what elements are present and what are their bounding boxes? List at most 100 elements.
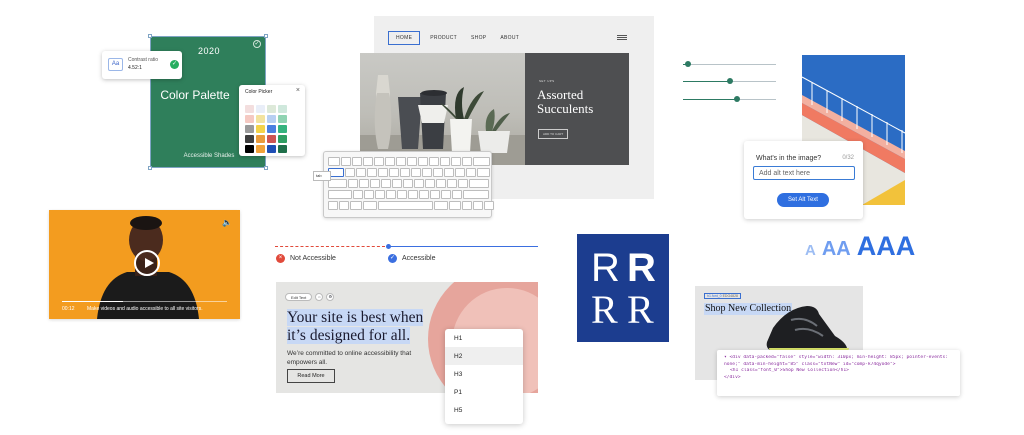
color-swatch[interactable] <box>278 145 287 153</box>
not-accessible-label-row: × Not Accessible <box>276 254 336 263</box>
color-picker-panel: Color Picker × <box>239 85 305 156</box>
color-picker-title: Color Picker <box>245 89 273 95</box>
hero-headline: Assorted Succulents <box>537 87 594 116</box>
accessible-label-row: ✓ Accessible <box>388 254 435 263</box>
check-icon: ✓ <box>253 40 261 48</box>
color-swatch[interactable] <box>267 145 276 153</box>
color-swatch[interactable] <box>256 145 265 153</box>
range-slider[interactable] <box>683 96 776 102</box>
color-swatch[interactable] <box>245 135 254 143</box>
level-a: A <box>805 242 816 259</box>
play-icon[interactable] <box>134 250 160 276</box>
color-swatch[interactable] <box>278 105 287 113</box>
color-swatch[interactable] <box>245 105 254 113</box>
color-swatch[interactable] <box>256 125 265 133</box>
video-progress-bar[interactable] <box>62 301 227 302</box>
set-alt-text-button[interactable]: Set Alt Text <box>777 193 829 207</box>
range-slider[interactable] <box>683 78 776 84</box>
add-to-cart-button[interactable]: ADD TO CART <box>538 129 569 139</box>
contrast-value: 4.52:1 <box>128 65 142 71</box>
alt-text-card: What's in the image? 0/32 Add alt text h… <box>744 141 863 219</box>
slider-fill <box>683 99 737 100</box>
nav-item-shop[interactable]: SHOP <box>467 32 490 44</box>
logo-letter: R <box>627 246 656 290</box>
color-swatch[interactable] <box>267 135 276 143</box>
keyboard-illustration <box>323 151 494 218</box>
settings-icon[interactable]: ⚙ <box>326 293 335 301</box>
nav-item-about[interactable]: ABOUT <box>496 32 523 44</box>
heading-level-menu: H1 H2 H3 P1 H5 <box>445 329 523 424</box>
not-accessible-line <box>275 246 385 247</box>
text-style-icon: Aa <box>108 58 123 71</box>
tab-key-label: tab <box>313 171 331 181</box>
logo-letter: R <box>591 246 620 290</box>
font-weight-logo: R R R R <box>577 234 669 342</box>
logo-letter: R <box>591 287 618 332</box>
menu-item-p1[interactable]: P1 <box>445 383 523 401</box>
slider-handle[interactable] <box>726 78 733 84</box>
menu-item-h2[interactable]: H2 <box>445 347 523 365</box>
slider-handle[interactable] <box>733 96 740 102</box>
check-icon: ✓ <box>170 60 179 69</box>
succulents-photo <box>360 53 525 165</box>
not-accessible-label: Not Accessible <box>290 255 336 262</box>
x-icon: × <box>276 254 285 263</box>
video-player[interactable]: 🔈 00:12 Make videos and audio accessible… <box>49 210 240 319</box>
body-text: We’re committed to online accessibility … <box>287 350 412 366</box>
color-swatch[interactable] <box>278 135 287 143</box>
hero-eyebrow: SET UPS <box>539 79 555 83</box>
color-swatch[interactable] <box>256 115 265 123</box>
hero-panel: SET UPS Assorted Succulents ADD TO CART <box>525 53 629 165</box>
close-icon[interactable]: × <box>296 87 300 94</box>
headline-text[interactable]: Your site is best when it’s designed for… <box>287 309 437 345</box>
color-swatch[interactable] <box>245 145 254 153</box>
slider-fill <box>683 81 730 82</box>
swatch-grid <box>245 105 287 153</box>
alt-text-question: What's in the image? <box>756 155 822 162</box>
resize-handle[interactable] <box>264 34 268 38</box>
slider-handle[interactable] <box>684 61 691 67</box>
menu-item-h3[interactable]: H3 <box>445 365 523 383</box>
color-swatch[interactable] <box>256 135 265 143</box>
menu-item-h5[interactable]: H5 <box>445 401 523 419</box>
edit-text-button[interactable]: Edit Text <box>285 293 313 301</box>
resize-handle[interactable] <box>148 166 152 170</box>
color-swatch[interactable] <box>245 115 254 123</box>
accessible-line <box>386 244 538 249</box>
contrast-levels: A AA AAA <box>805 231 915 262</box>
video-progress-fill <box>62 301 124 302</box>
contrast-ratio-popup: Aa Contrast ratio 4.52:1 ✓ <box>102 51 182 79</box>
video-time: 00:12 <box>62 306 75 312</box>
video-caption: Make videos and audio accessible to all … <box>87 306 203 312</box>
check-icon: ✓ <box>388 254 397 263</box>
code-inspector-panel: ▾ <div data-packed="false" style="width:… <box>717 350 960 396</box>
color-swatch[interactable] <box>267 125 276 133</box>
palette-title: Color Palette <box>160 88 230 102</box>
link-icon[interactable]: ⇔ <box>315 293 324 301</box>
speaker-icon[interactable]: 🔈 <box>222 218 232 227</box>
hamburger-menu-icon[interactable] <box>617 35 627 40</box>
color-swatch[interactable] <box>278 125 287 133</box>
color-swatch[interactable] <box>256 105 265 113</box>
color-swatch[interactable] <box>278 115 287 123</box>
menu-item-h1[interactable]: H1 <box>445 329 523 347</box>
code-line: </div> <box>724 374 741 380</box>
color-swatch[interactable] <box>245 125 254 133</box>
level-aaa: AAA <box>856 231 916 261</box>
char-counter: 0/32 <box>842 155 854 161</box>
alt-text-input[interactable]: Add alt text here <box>753 166 855 180</box>
site-nav: HOME PRODUCT SHOP ABOUT <box>388 31 523 45</box>
code-line: ▾ <div data-packed="false" style="width:… <box>724 355 949 360</box>
color-swatch[interactable] <box>267 105 276 113</box>
range-slider[interactable] <box>683 61 776 67</box>
contrast-label: Contrast ratio <box>128 57 159 63</box>
resize-handle[interactable] <box>148 34 152 38</box>
logo-letter: R <box>627 287 654 332</box>
color-swatch[interactable] <box>267 115 276 123</box>
resize-handle[interactable] <box>264 166 268 170</box>
read-more-button[interactable]: Read More <box>287 369 335 383</box>
nav-item-home[interactable]: HOME <box>388 31 421 45</box>
level-aa: AA <box>821 238 851 260</box>
nav-item-product[interactable]: PRODUCT <box>426 32 461 44</box>
headline-selection: Your site is best when it’s designed for… <box>287 309 424 344</box>
